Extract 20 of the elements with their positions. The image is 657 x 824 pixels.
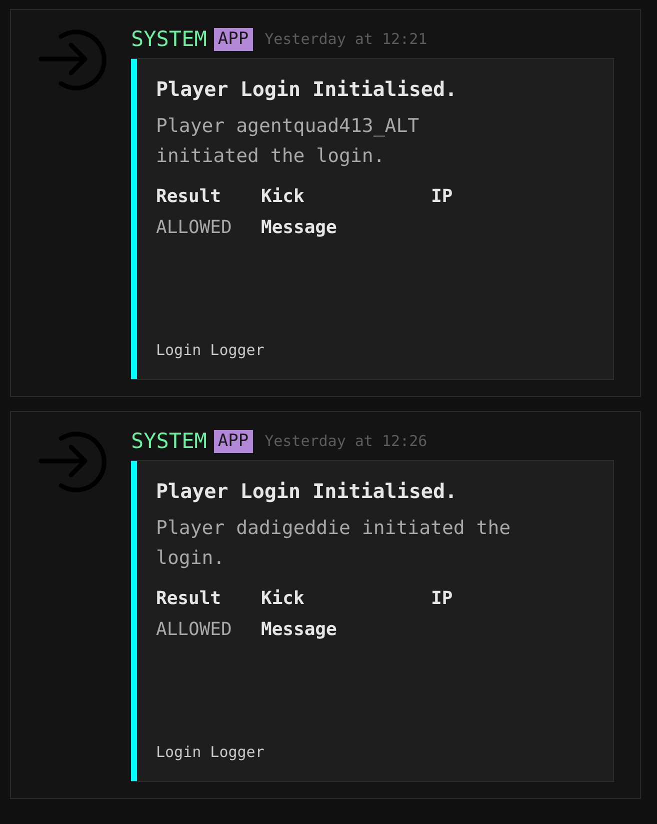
embed-footer: Login Logger: [156, 743, 531, 761]
author-name[interactable]: SYSTEM: [131, 429, 207, 453]
app-tag: APP: [214, 28, 253, 50]
field-value: ALLOWED: [156, 216, 233, 240]
embed-description: Player dadigeddie initiated the login.: [156, 516, 512, 571]
field-name: IP: [431, 587, 453, 611]
timestamp: Yesterday at 12:21: [264, 30, 428, 48]
field-name: Result: [156, 587, 222, 611]
field-value: ALLOWED: [156, 618, 233, 642]
field-name: IP: [431, 185, 453, 209]
app-tag: APP: [214, 430, 253, 452]
timestamp: Yesterday at 12:26: [264, 432, 428, 450]
embed-title: Player Login Initialised.: [156, 479, 458, 503]
author-name[interactable]: SYSTEM: [131, 27, 207, 51]
field-name: Kick Message: [261, 185, 338, 240]
embed-title: Player Login Initialised.: [156, 77, 458, 101]
embed-footer: Login Logger: [156, 341, 531, 359]
field-name: Result: [156, 185, 222, 209]
field-name: Kick Message: [261, 587, 338, 642]
embed-description: Player agentquad413_ALT initiated the login.: [156, 114, 420, 169]
